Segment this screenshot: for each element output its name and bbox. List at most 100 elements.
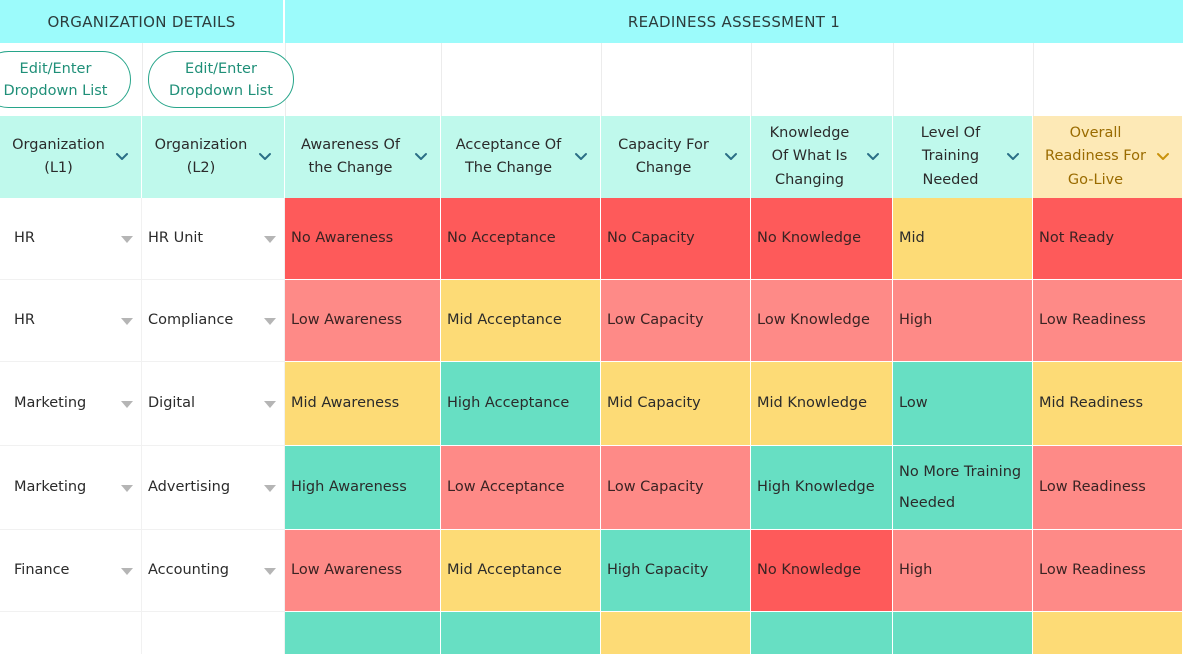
assessment-cell-acceptance[interactable]: Low Acceptance — [441, 446, 601, 530]
chevron-down-icon[interactable] — [111, 152, 133, 162]
column-header-knowledge[interactable]: Knowledge Of What Is Changing — [751, 116, 893, 198]
column-header-org-l1[interactable]: Organization (L1) — [0, 116, 142, 198]
column-header-overall-readiness[interactable]: Overall Readiness For Go-Live — [1033, 116, 1183, 198]
assessment-cell-knowledge[interactable]: No Knowledge — [751, 530, 893, 612]
assessment-value: Low Acceptance — [447, 479, 565, 495]
caret-down-icon[interactable] — [264, 317, 276, 325]
assessment-cell-acceptance[interactable]: No Acceptance — [441, 198, 601, 280]
assessment-value: High Capacity — [607, 562, 709, 578]
assessment-cell-awareness[interactable]: Mid Awareness — [285, 362, 441, 446]
assessment-cell-awareness[interactable]: High Awareness — [285, 446, 441, 530]
assessment-cell-awareness[interactable] — [285, 612, 441, 654]
assessment-value: Mid — [899, 230, 925, 246]
column-header-capacity[interactable]: Capacity For Change — [601, 116, 751, 198]
assessment-cell-knowledge[interactable]: Low Knowledge — [751, 280, 893, 362]
org-l1-value: HR — [14, 230, 35, 246]
assessment-cell-knowledge[interactable]: Mid Knowledge — [751, 362, 893, 446]
column-header-acceptance[interactable]: Acceptance Of The Change — [441, 116, 601, 198]
chevron-down-icon[interactable] — [410, 152, 432, 162]
assessment-cell-knowledge[interactable] — [751, 612, 893, 654]
assessment-cell-knowledge[interactable]: No Knowledge — [751, 198, 893, 280]
assessment-cell-training[interactable] — [893, 612, 1033, 654]
assessment-cell-knowledge[interactable]: High Knowledge — [751, 446, 893, 530]
chevron-down-icon[interactable] — [1152, 152, 1174, 162]
assessment-cell-training[interactable]: Mid — [893, 198, 1033, 280]
assessment-value: Low Capacity — [607, 312, 704, 328]
caret-down-icon[interactable] — [121, 235, 133, 243]
assessment-cell-acceptance[interactable]: Mid Acceptance — [441, 530, 601, 612]
column-header-label: Knowledge Of What Is Changing — [751, 122, 862, 193]
assessment-value: High — [899, 562, 933, 578]
assessment-cell-overall-readiness[interactable]: Low Readiness — [1033, 280, 1183, 362]
org-l1-cell[interactable]: Marketing — [0, 446, 142, 530]
assessment-cell-overall-readiness[interactable] — [1033, 612, 1183, 654]
assessment-cell-overall-readiness[interactable]: Not Ready — [1033, 198, 1183, 280]
assessment-cell-capacity[interactable]: No Capacity — [601, 198, 751, 280]
org-l2-cell[interactable]: Compliance — [142, 280, 285, 362]
assessment-cell-awareness[interactable]: Low Awareness — [285, 280, 441, 362]
caret-down-icon[interactable] — [264, 567, 276, 575]
org-l2-cell[interactable]: Accounting — [142, 530, 285, 612]
column-header-line: Go-Live — [1067, 171, 1124, 188]
assessment-cell-awareness[interactable]: No Awareness — [285, 198, 441, 280]
org-l2-cell[interactable]: Advertising — [142, 446, 285, 530]
assessment-cell-training[interactable]: High — [893, 530, 1033, 612]
assessment-cell-capacity[interactable] — [601, 612, 751, 654]
assessment-cell-overall-readiness[interactable]: Low Readiness — [1033, 530, 1183, 612]
column-header-label: Awareness Of the Change — [285, 134, 410, 181]
assessment-cell-acceptance[interactable]: Mid Acceptance — [441, 280, 601, 362]
org-l1-cell[interactable]: Customer — [0, 612, 142, 654]
org-l1-cell[interactable]: HR — [0, 280, 142, 362]
org-l2-value: Digital — [148, 395, 196, 411]
column-header-line: Capacity For — [618, 136, 709, 153]
button-label-line: Edit/Enter — [19, 60, 92, 77]
chevron-down-icon[interactable] — [862, 152, 884, 162]
assessment-cell-overall-readiness[interactable]: Mid Readiness — [1033, 362, 1183, 446]
assessment-cell-training[interactable]: Low — [893, 362, 1033, 446]
assessment-cell-capacity[interactable]: High Capacity — [601, 530, 751, 612]
assessment-cell-acceptance[interactable]: High Acceptance — [441, 362, 601, 446]
assessment-value: Not Ready — [1039, 230, 1115, 246]
org-l1-cell[interactable]: Finance — [0, 530, 142, 612]
assessment-value: High Acceptance — [447, 395, 570, 411]
button-label-line: Edit/Enter — [185, 60, 257, 77]
column-header-org-l2[interactable]: Organization (L2) — [142, 116, 285, 198]
org-l1-value: Finance — [14, 562, 70, 578]
column-header-line: The Change — [464, 160, 553, 176]
caret-down-icon[interactable] — [264, 235, 276, 243]
column-header-line: Awareness Of — [301, 136, 400, 153]
org-l1-cell[interactable]: HR — [0, 198, 142, 280]
assessment-cell-capacity[interactable]: Low Capacity — [601, 446, 751, 530]
assessment-value: Low — [899, 395, 928, 411]
assessment-cell-capacity[interactable]: Low Capacity — [601, 280, 751, 362]
assessment-cell-acceptance[interactable] — [441, 612, 601, 654]
column-header-training[interactable]: Level Of Training Needed — [893, 116, 1033, 198]
assessment-cell-training[interactable]: High — [893, 280, 1033, 362]
column-header-awareness[interactable]: Awareness Of the Change — [285, 116, 441, 198]
assessment-cell-training[interactable]: No More Training Needed — [893, 446, 1033, 530]
button-label-line: Dropdown List — [3, 82, 108, 99]
column-header-label: Overall Readiness For Go-Live — [1033, 122, 1152, 193]
org-l2-cell[interactable] — [142, 612, 285, 654]
caret-down-icon[interactable] — [264, 400, 276, 408]
caret-down-icon[interactable] — [121, 484, 133, 492]
assessment-cell-overall-readiness[interactable]: Low Readiness — [1033, 446, 1183, 530]
assessment-cell-capacity[interactable]: Mid Capacity — [601, 362, 751, 446]
chevron-down-icon[interactable] — [1002, 152, 1024, 162]
org-l2-cell[interactable]: Digital — [142, 362, 285, 446]
assessment-cell-awareness[interactable]: Low Awareness — [285, 530, 441, 612]
caret-down-icon[interactable] — [121, 317, 133, 325]
group-header-readiness: READINESS ASSESSMENT 1 — [285, 0, 1183, 43]
chevron-down-icon[interactable] — [570, 152, 592, 162]
org-l1-cell[interactable]: Marketing — [0, 362, 142, 446]
org-l2-cell[interactable]: HR Unit — [142, 198, 285, 280]
caret-down-icon[interactable] — [121, 400, 133, 408]
column-header-label: Organization (L2) — [142, 134, 254, 181]
caret-down-icon[interactable] — [264, 484, 276, 492]
assessment-value: No Capacity — [607, 230, 695, 246]
caret-down-icon[interactable] — [121, 567, 133, 575]
edit-dropdown-list-button[interactable]: Edit/Enter Dropdown List — [0, 51, 131, 108]
chevron-down-icon[interactable] — [720, 152, 742, 162]
chevron-down-icon[interactable] — [254, 152, 276, 162]
edit-dropdown-list-button[interactable]: Edit/Enter Dropdown List — [148, 51, 294, 108]
